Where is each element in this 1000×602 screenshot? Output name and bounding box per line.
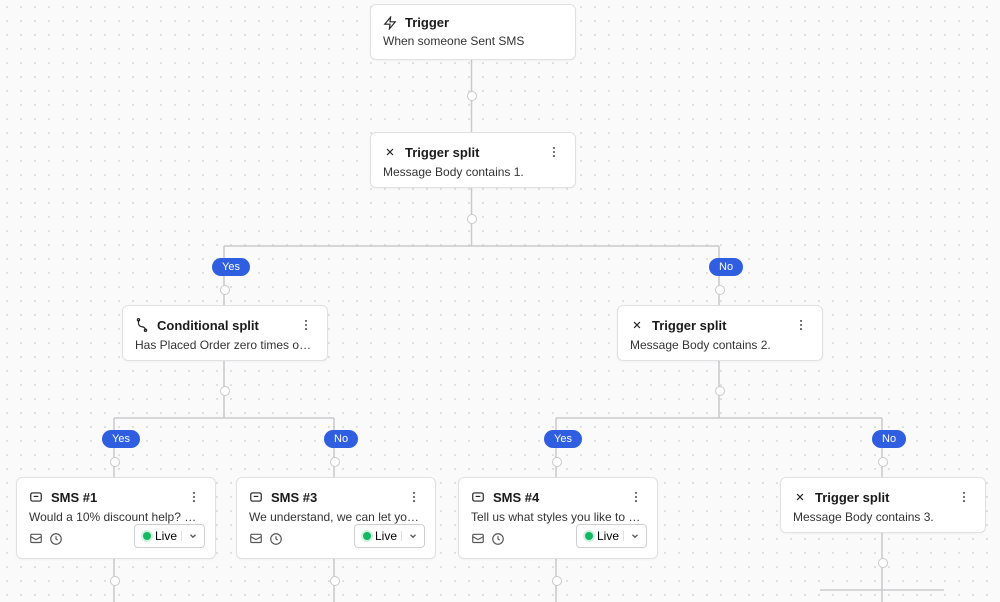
status-dot-icon: [585, 532, 593, 540]
split-icon: [630, 318, 644, 332]
message-preview-icon[interactable]: [471, 532, 485, 546]
split-icon: [383, 145, 397, 159]
node-title: Trigger split: [815, 490, 889, 505]
status-dot-icon: [363, 532, 371, 540]
status-select[interactable]: Live: [576, 524, 647, 548]
message-preview-icon[interactable]: [249, 532, 263, 546]
node-title: SMS #1: [51, 490, 97, 505]
status-label: Live: [597, 529, 623, 543]
schedule-icon[interactable]: [491, 532, 505, 546]
node-conditional-split[interactable]: Conditional split Has Placed Order zero …: [122, 305, 328, 361]
add-node-joint[interactable]: [878, 457, 888, 467]
node-trigger-split-2[interactable]: Trigger split Message Body contains 2.: [617, 305, 823, 361]
status-dot-icon: [143, 532, 151, 540]
node-title: SMS #3: [271, 490, 317, 505]
add-node-joint[interactable]: [110, 457, 120, 467]
status-label: Live: [155, 529, 181, 543]
node-body: Message Body contains 2.: [618, 338, 822, 364]
branch-icon: [135, 318, 149, 332]
node-trigger[interactable]: Trigger When someone Sent SMS: [370, 4, 576, 60]
sms-icon: [471, 490, 485, 504]
branch-badge-no: No: [324, 430, 358, 448]
branch-badge-no: No: [709, 258, 743, 276]
node-title: Conditional split: [157, 318, 259, 333]
node-menu-button[interactable]: [627, 488, 645, 506]
chevron-down-icon: [401, 531, 424, 541]
node-trigger-split-3[interactable]: Trigger split Message Body contains 3.: [780, 477, 986, 533]
chevron-down-icon: [623, 531, 646, 541]
branch-badge-yes: Yes: [544, 430, 582, 448]
status-select[interactable]: Live: [134, 524, 205, 548]
add-node-joint[interactable]: [220, 285, 230, 295]
add-node-joint[interactable]: [552, 457, 562, 467]
branch-badge-yes: Yes: [212, 258, 250, 276]
node-menu-button[interactable]: [545, 143, 563, 161]
add-node-joint[interactable]: [467, 214, 477, 224]
node-trigger-split-1[interactable]: Trigger split Message Body contains 1.: [370, 132, 576, 188]
node-title: Trigger: [405, 15, 449, 30]
add-node-joint[interactable]: [220, 386, 230, 396]
node-body: Message Body contains 3.: [781, 510, 985, 536]
node-sms-4[interactable]: SMS #4 Tell us what styles you like to g…: [458, 477, 658, 559]
add-node-joint[interactable]: [552, 576, 562, 586]
node-menu-button[interactable]: [185, 488, 203, 506]
sms-icon: [29, 490, 43, 504]
node-title: SMS #4: [493, 490, 539, 505]
status-label: Live: [375, 529, 401, 543]
branch-badge-yes: Yes: [102, 430, 140, 448]
add-node-joint[interactable]: [878, 558, 888, 568]
node-sms-3[interactable]: SMS #3 We understand, we can let you kno…: [236, 477, 436, 559]
node-body: When someone Sent SMS: [371, 34, 575, 60]
schedule-icon[interactable]: [49, 532, 63, 546]
chevron-down-icon: [181, 531, 204, 541]
node-title: Trigger split: [652, 318, 726, 333]
add-node-joint[interactable]: [330, 576, 340, 586]
add-node-joint[interactable]: [330, 457, 340, 467]
schedule-icon[interactable]: [269, 532, 283, 546]
node-menu-button[interactable]: [297, 316, 315, 334]
add-node-joint[interactable]: [110, 576, 120, 586]
add-node-joint[interactable]: [467, 91, 477, 101]
node-body: Has Placed Order zero times over all tim…: [123, 338, 327, 364]
add-node-joint[interactable]: [715, 285, 725, 295]
branch-badge-no: No: [872, 430, 906, 448]
split-icon: [793, 490, 807, 504]
lightning-icon: [383, 16, 397, 30]
node-menu-button[interactable]: [955, 488, 973, 506]
flow-canvas[interactable]: Yes No Yes No Yes No Trigger When someon…: [0, 0, 1000, 602]
node-body: Message Body contains 1.: [371, 165, 575, 191]
node-title: Trigger split: [405, 145, 479, 160]
node-menu-button[interactable]: [405, 488, 423, 506]
node-menu-button[interactable]: [792, 316, 810, 334]
status-select[interactable]: Live: [354, 524, 425, 548]
message-preview-icon[interactable]: [29, 532, 43, 546]
sms-icon: [249, 490, 263, 504]
node-sms-1[interactable]: SMS #1 Would a 10% discount help? Use co…: [16, 477, 216, 559]
add-node-joint[interactable]: [715, 386, 725, 396]
